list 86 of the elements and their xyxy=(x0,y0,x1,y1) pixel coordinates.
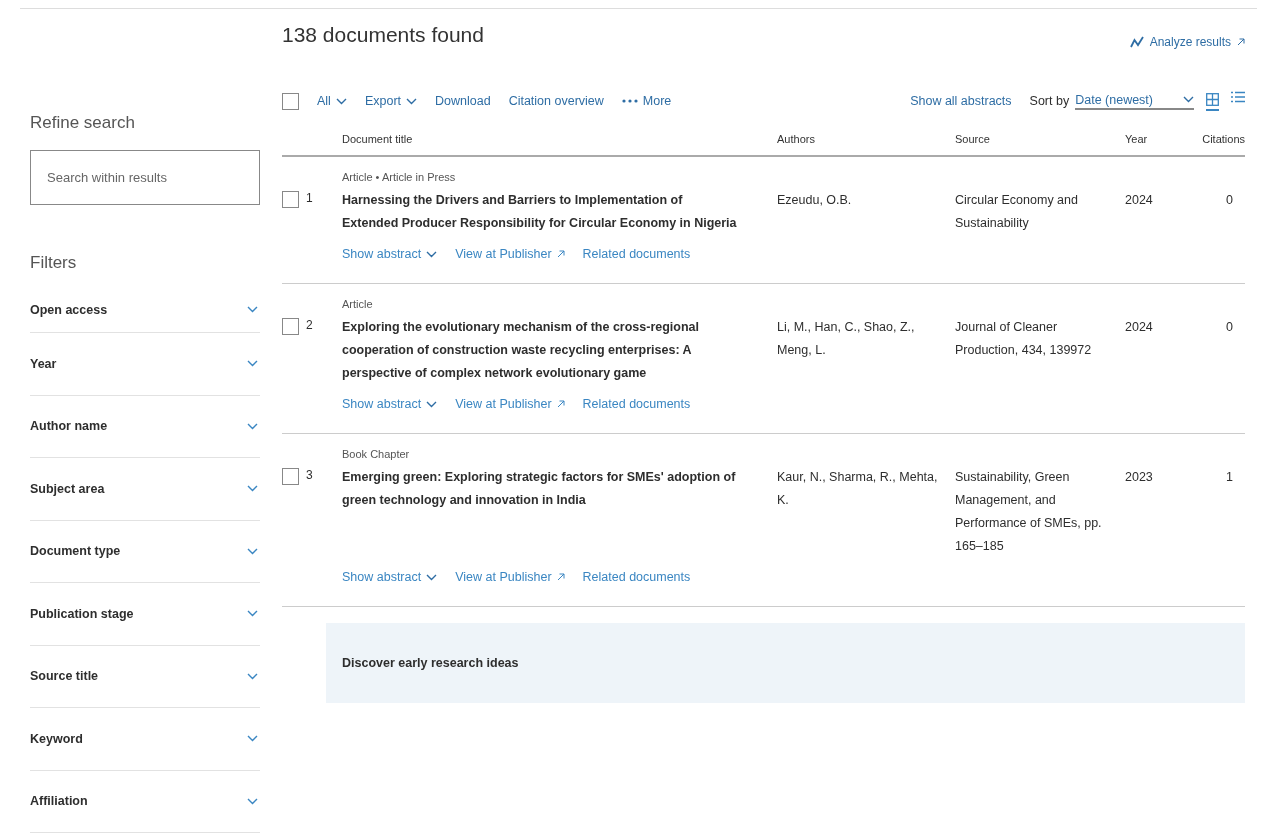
list-icon xyxy=(1231,91,1245,103)
document-title-link[interactable]: Exploring the evolutionary mechanism of the cross-regional cooperation of construction waste recycling enterprises: A perspective of complex network evolutionary game xyxy=(342,316,777,385)
external-link-icon xyxy=(556,400,565,408)
document-type: Book Chapter xyxy=(342,448,411,460)
discover-heading: Discover early research ideas xyxy=(342,656,519,670)
citations-cell-text: 1 xyxy=(1225,469,1234,486)
sort-label: Sort by xyxy=(1029,94,1070,108)
chevron-icon xyxy=(247,610,258,618)
chevron-icon xyxy=(247,360,258,368)
show-abstract-link[interactable]: Show abstract xyxy=(342,247,438,261)
year-cell-text: 2024 xyxy=(1125,192,1154,209)
filters-heading: Filters xyxy=(30,253,78,274)
document-type: Article xyxy=(342,298,374,310)
chevron-icon xyxy=(426,573,438,581)
filter-item[interactable]: Publication stage xyxy=(30,583,260,646)
source-cell-text: Circular Economy and Sustainability xyxy=(955,192,1079,232)
chevron-icon xyxy=(426,400,438,408)
filter-item[interactable]: Open access xyxy=(30,287,260,333)
filter-item[interactable]: Year xyxy=(30,333,260,396)
column-header: Authors xyxy=(777,133,816,145)
show-abstract-link[interactable]: Show abstract xyxy=(342,570,438,584)
related-documents-link[interactable]: Related documents xyxy=(582,397,691,411)
filter-item[interactable]: Source title xyxy=(30,645,260,708)
column-header: Citations xyxy=(1201,133,1245,145)
show-all-abstracts-link[interactable]: Show all abstracts xyxy=(910,94,1012,108)
chevron-icon xyxy=(335,97,347,105)
refine-search-heading: Refine search xyxy=(30,113,136,134)
source-cell-text: Journal of Cleaner Production, 434, 139972 xyxy=(955,319,1093,359)
row-number: 2 xyxy=(306,318,313,332)
row-checkbox[interactable] xyxy=(282,318,299,335)
external-link-icon xyxy=(556,573,565,581)
analyze-results-link[interactable]: Analyze results xyxy=(1129,35,1245,49)
export-dropdown[interactable]: Export xyxy=(364,94,418,108)
chevron-icon xyxy=(1183,96,1194,103)
column-header: Year xyxy=(1125,133,1149,145)
external-link-icon xyxy=(1237,38,1245,46)
authors-cell-text: Ezeudu, O.B. xyxy=(777,192,853,209)
toolbar-link[interactable]: Download xyxy=(435,94,491,108)
chevron-icon xyxy=(247,547,258,555)
chevron-icon xyxy=(247,485,258,493)
filter-item[interactable]: Document type xyxy=(30,520,260,583)
select-all-checkbox[interactable] xyxy=(282,92,299,110)
authors-cell-text: Li, M., Han, C., Shao, Z., Meng, L. xyxy=(777,319,916,359)
year-cell-text: 2023 xyxy=(1125,469,1154,486)
grid-view-button[interactable] xyxy=(1206,91,1219,111)
chevron-icon xyxy=(406,97,418,105)
show-abstract-link[interactable]: Show abstract xyxy=(342,397,438,411)
citations-cell-text: 0 xyxy=(1225,192,1234,209)
chevron-icon xyxy=(247,306,258,313)
view-at-publisher-link[interactable]: View at Publisher xyxy=(455,397,565,411)
view-at-publisher-link[interactable]: View at Publisher xyxy=(455,570,565,584)
row-checkbox[interactable] xyxy=(282,191,299,208)
chevron-icon xyxy=(247,422,258,430)
column-header: Document title xyxy=(342,133,414,145)
filter-item[interactable]: Author name xyxy=(30,395,260,458)
document-title-link[interactable]: Harnessing the Drivers and Barriers to Implementation of Extended Producer Responsibility for Circular Economy in Nigeria xyxy=(342,189,777,235)
view-at-publisher-link[interactable]: View at Publisher xyxy=(455,247,565,261)
citations-cell-text: 0 xyxy=(1225,319,1234,336)
filter-item[interactable]: Subject area xyxy=(30,458,260,521)
document-type: Article • Article in Press xyxy=(342,171,457,183)
column-header: Source xyxy=(955,133,991,145)
related-documents-link[interactable]: Related documents xyxy=(582,247,691,261)
related-documents-link[interactable]: Related documents xyxy=(582,570,691,584)
authors-cell-text: Kaur, N., Sharma, R., Mehta, K. xyxy=(777,469,939,509)
toolbar-link[interactable]: Citation overview xyxy=(508,94,604,108)
row-number: 3 xyxy=(306,468,313,482)
filter-item[interactable]: Keyword xyxy=(30,708,260,771)
chevron-icon xyxy=(247,735,258,743)
source-cell-text: Sustainability, Green Management, and Performance of SMEs, pp. 165–185 xyxy=(955,469,1103,555)
more-icon xyxy=(621,99,638,103)
chevron-icon xyxy=(426,250,438,258)
chevron-icon xyxy=(247,797,258,805)
external-link-icon xyxy=(556,250,565,258)
results-count-heading: 138 documents found xyxy=(282,23,484,47)
document-title-link[interactable]: Emerging green: Exploring strategic factors for SMEs' adoption of green technology and innovation in India xyxy=(342,466,777,558)
more-button[interactable]: More xyxy=(621,94,672,108)
row-number: 1 xyxy=(306,191,313,205)
chevron-icon xyxy=(247,672,258,680)
search-field[interactable]: Search within results xyxy=(30,150,260,205)
grid-icon xyxy=(1206,93,1219,106)
filter-item[interactable]: Affiliation xyxy=(30,770,260,833)
line-chart-icon xyxy=(1129,36,1144,48)
year-cell-text: 2024 xyxy=(1125,319,1154,336)
select-all-dropdown[interactable]: All xyxy=(317,94,347,108)
sort-dropdown[interactable]: Date (newest) xyxy=(1075,92,1194,110)
row-checkbox[interactable] xyxy=(282,468,299,485)
